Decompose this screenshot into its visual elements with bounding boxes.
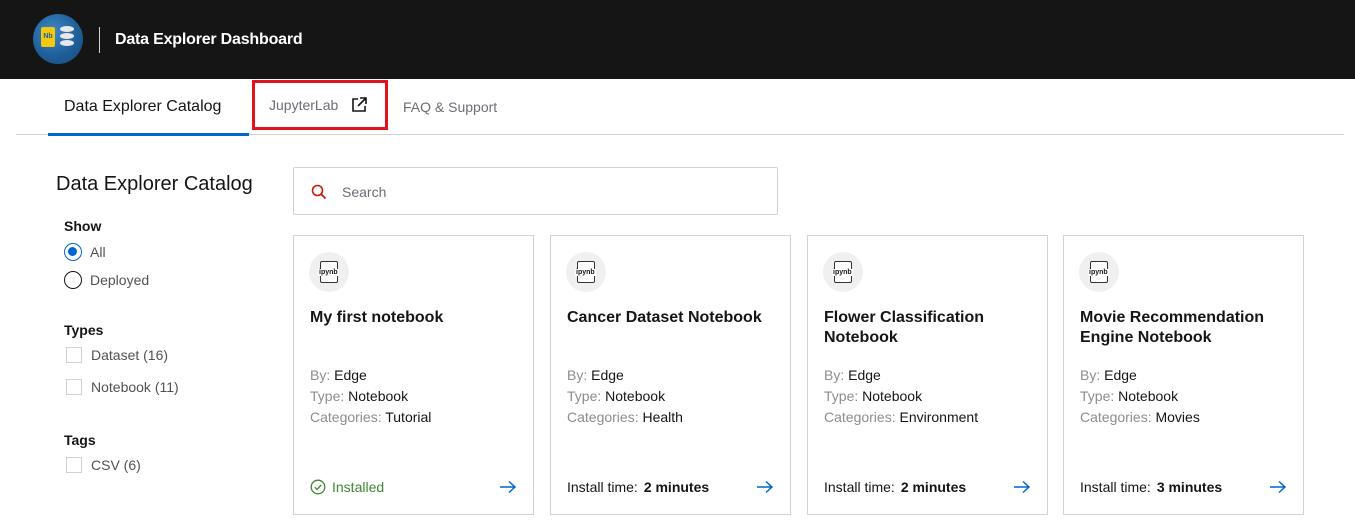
- checkbox-icon: [66, 347, 82, 363]
- database-logo-icon: [60, 26, 74, 48]
- ipynb-file-icon: ipynb: [823, 252, 863, 292]
- catalog-card-movie-recommendation[interactable]: ipynb Movie Recommendation Engine Notebo…: [1063, 235, 1304, 515]
- search-input[interactable]: [342, 180, 762, 204]
- install-time: Install time: 2 minutes: [824, 479, 967, 495]
- card-author: By: Edge: [1080, 367, 1137, 383]
- checkbox-label: CSV (6): [91, 457, 141, 473]
- nav-tabs: Data Explorer Catalog JupyterLab FAQ & S…: [16, 79, 1344, 136]
- radio-label: Deployed: [90, 272, 150, 288]
- show-deployed-radio[interactable]: Deployed: [64, 271, 149, 289]
- notebook-logo-icon: Nb: [41, 27, 55, 47]
- card-categories: Categories: Tutorial: [310, 409, 432, 425]
- installed-status: Installed: [310, 479, 384, 495]
- card-author: By: Edge: [567, 367, 624, 383]
- tab-label: Data Explorer Catalog: [64, 98, 222, 115]
- check-circle-icon: [310, 479, 326, 495]
- checkbox-icon: [66, 457, 82, 473]
- type-dataset-checkbox[interactable]: Dataset (16): [64, 347, 168, 363]
- radio-label: All: [90, 244, 106, 260]
- top-bar: Nb Data Explorer Dashboard: [0, 0, 1355, 79]
- search-box: [293, 167, 778, 215]
- external-link-icon: [352, 97, 368, 112]
- card-categories: Categories: Movies: [1080, 409, 1200, 425]
- tab-data-explorer-catalog[interactable]: Data Explorer Catalog: [48, 79, 249, 136]
- catalog-card-my-first-notebook[interactable]: ipynb My first notebook By: Edge Type: N…: [293, 235, 534, 515]
- tab-label: JupyterLab: [269, 97, 339, 113]
- ipynb-file-icon: ipynb: [1079, 252, 1119, 292]
- show-filter-title: Show: [64, 218, 102, 234]
- arrow-right-icon[interactable]: [1269, 480, 1287, 494]
- catalog-card-flower-classification[interactable]: ipynb Flower Classification Notebook By:…: [807, 235, 1048, 515]
- ipynb-file-icon: ipynb: [309, 252, 349, 292]
- card-type: Type: Notebook: [1080, 388, 1179, 404]
- card-categories: Categories: Environment: [824, 409, 979, 425]
- app-logo[interactable]: Nb: [33, 14, 83, 64]
- card-title: Flower Classification Notebook: [824, 309, 985, 346]
- checkbox-label: Notebook (11): [91, 379, 179, 395]
- card-title: Cancer Dataset Notebook: [567, 309, 762, 326]
- install-time: Install time: 3 minutes: [1080, 479, 1223, 495]
- card-type: Type: Notebook: [824, 388, 923, 404]
- checkbox-label: Dataset (16): [91, 347, 169, 363]
- tab-jupyterlab[interactable]: JupyterLab: [252, 80, 388, 130]
- card-author: By: Edge: [310, 367, 367, 383]
- tab-label: FAQ & Support: [403, 99, 498, 115]
- card-type: Type: Notebook: [310, 388, 409, 404]
- type-notebook-checkbox[interactable]: Notebook (11): [64, 379, 179, 395]
- install-time: Install time: 2 minutes: [567, 479, 710, 495]
- catalog-card-cancer-dataset[interactable]: ipynb Cancer Dataset Notebook By: Edge T…: [550, 235, 791, 515]
- header-divider: [99, 27, 100, 53]
- tag-csv-checkbox[interactable]: CSV (6): [64, 457, 141, 473]
- radio-unchecked-icon: [64, 271, 82, 289]
- checkbox-icon: [66, 379, 82, 395]
- arrow-right-icon[interactable]: [756, 480, 774, 494]
- app-title: Data Explorer Dashboard: [115, 31, 303, 48]
- search-icon: [311, 184, 327, 200]
- card-categories: Categories: Health: [567, 409, 683, 425]
- show-all-radio[interactable]: All: [64, 243, 106, 261]
- arrow-right-icon[interactable]: [1013, 480, 1031, 494]
- sidebar-title: Data Explorer Catalog: [56, 173, 253, 195]
- card-title: My first notebook: [310, 309, 444, 326]
- card-author: By: Edge: [824, 367, 881, 383]
- tags-filter-title: Tags: [64, 432, 96, 448]
- card-title: Movie Recommendation Engine Notebook: [1080, 309, 1265, 346]
- types-filter-title: Types: [64, 322, 104, 338]
- card-type: Type: Notebook: [567, 388, 666, 404]
- radio-checked-icon: [64, 243, 82, 261]
- arrow-right-icon[interactable]: [499, 480, 517, 494]
- tab-faq-support[interactable]: FAQ & Support: [403, 79, 497, 135]
- ipynb-file-icon: ipynb: [566, 252, 606, 292]
